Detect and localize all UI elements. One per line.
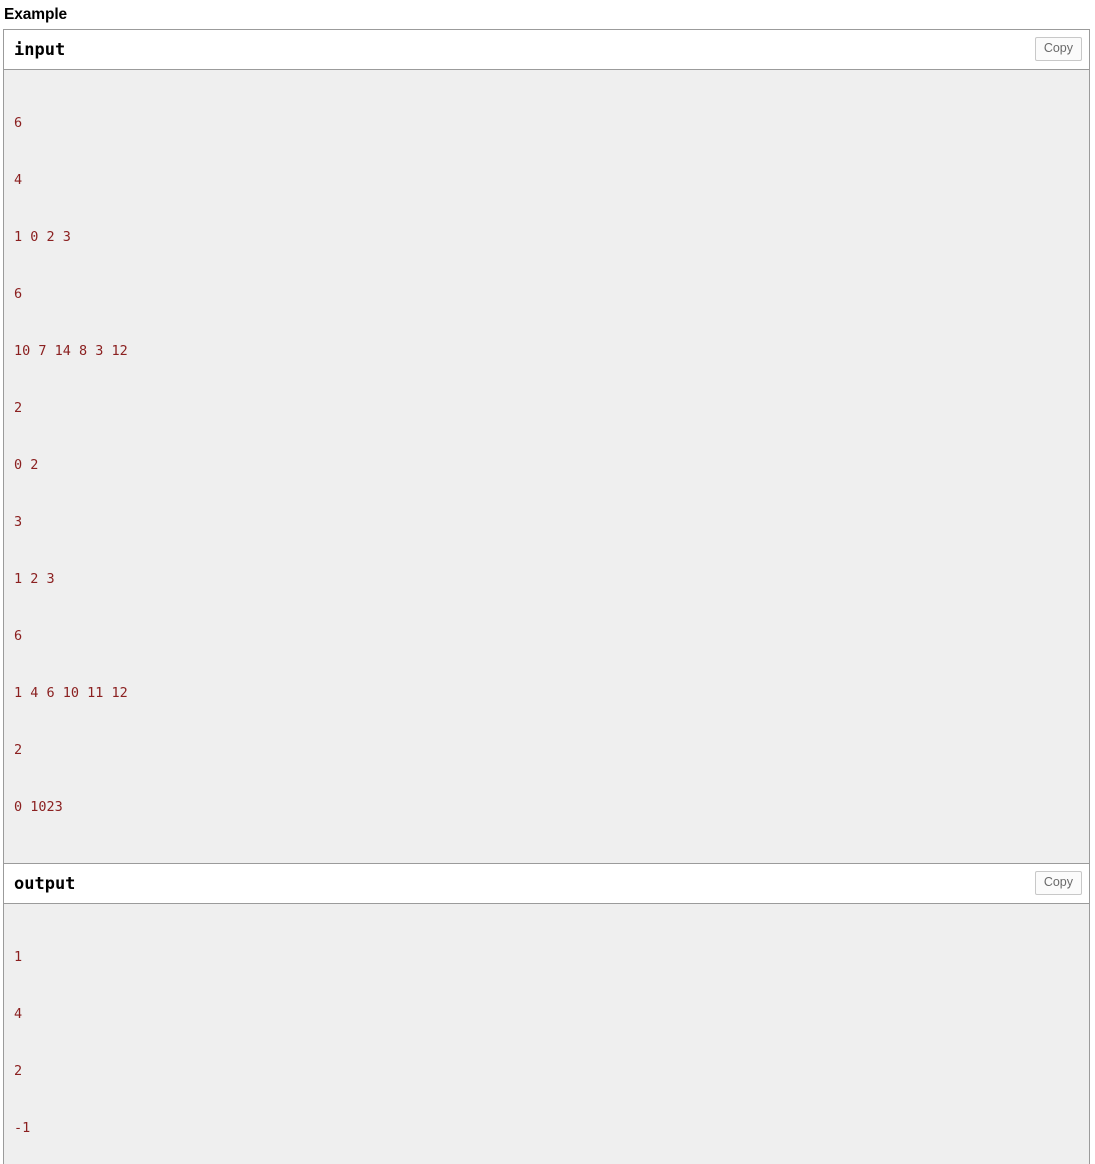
problem-example-page: Example input Copy 6 4 1 0 2 3 6 10 7 14… — [0, 0, 1095, 1164]
input-line: 3 — [14, 514, 23, 530]
input-line: 0 1023 — [14, 799, 63, 815]
output-data: 1 4 2 -1 -1 1023 — [4, 904, 1089, 1164]
output-title-label: output — [14, 874, 76, 894]
input-line: 10 7 14 8 3 12 — [14, 343, 128, 359]
output-line: -1 — [14, 1120, 31, 1136]
output-line: 4 — [14, 1006, 23, 1022]
output-title-bar: output Copy — [4, 864, 1089, 904]
input-line: 6 — [14, 286, 23, 302]
input-line: 4 — [14, 172, 23, 188]
input-line: 6 — [14, 115, 23, 131]
sample-tests-container: input Copy 6 4 1 0 2 3 6 10 7 14 8 3 12 … — [3, 29, 1090, 1164]
output-line: 2 — [14, 1063, 23, 1079]
output-line: 1 — [14, 949, 23, 965]
input-line: 2 — [14, 400, 23, 416]
input-title-label: input — [14, 40, 66, 60]
input-line: 2 — [14, 742, 23, 758]
input-title-bar: input Copy — [4, 30, 1089, 70]
input-line: 1 4 6 10 11 12 — [14, 685, 128, 701]
input-line: 6 — [14, 628, 23, 644]
input-line: 1 2 3 — [14, 571, 55, 587]
input-line: 1 0 2 3 — [14, 229, 71, 245]
example-heading: Example — [4, 6, 68, 23]
copy-output-button[interactable]: Copy — [1034, 871, 1082, 895]
sample-test-output: output Copy 1 4 2 -1 -1 1023 — [4, 864, 1089, 1164]
input-data: 6 4 1 0 2 3 6 10 7 14 8 3 12 2 0 2 3 1 2… — [4, 70, 1089, 863]
sample-test-input: input Copy 6 4 1 0 2 3 6 10 7 14 8 3 12 … — [4, 30, 1089, 864]
copy-input-button[interactable]: Copy — [1034, 37, 1082, 61]
input-line: 0 2 — [14, 457, 39, 473]
